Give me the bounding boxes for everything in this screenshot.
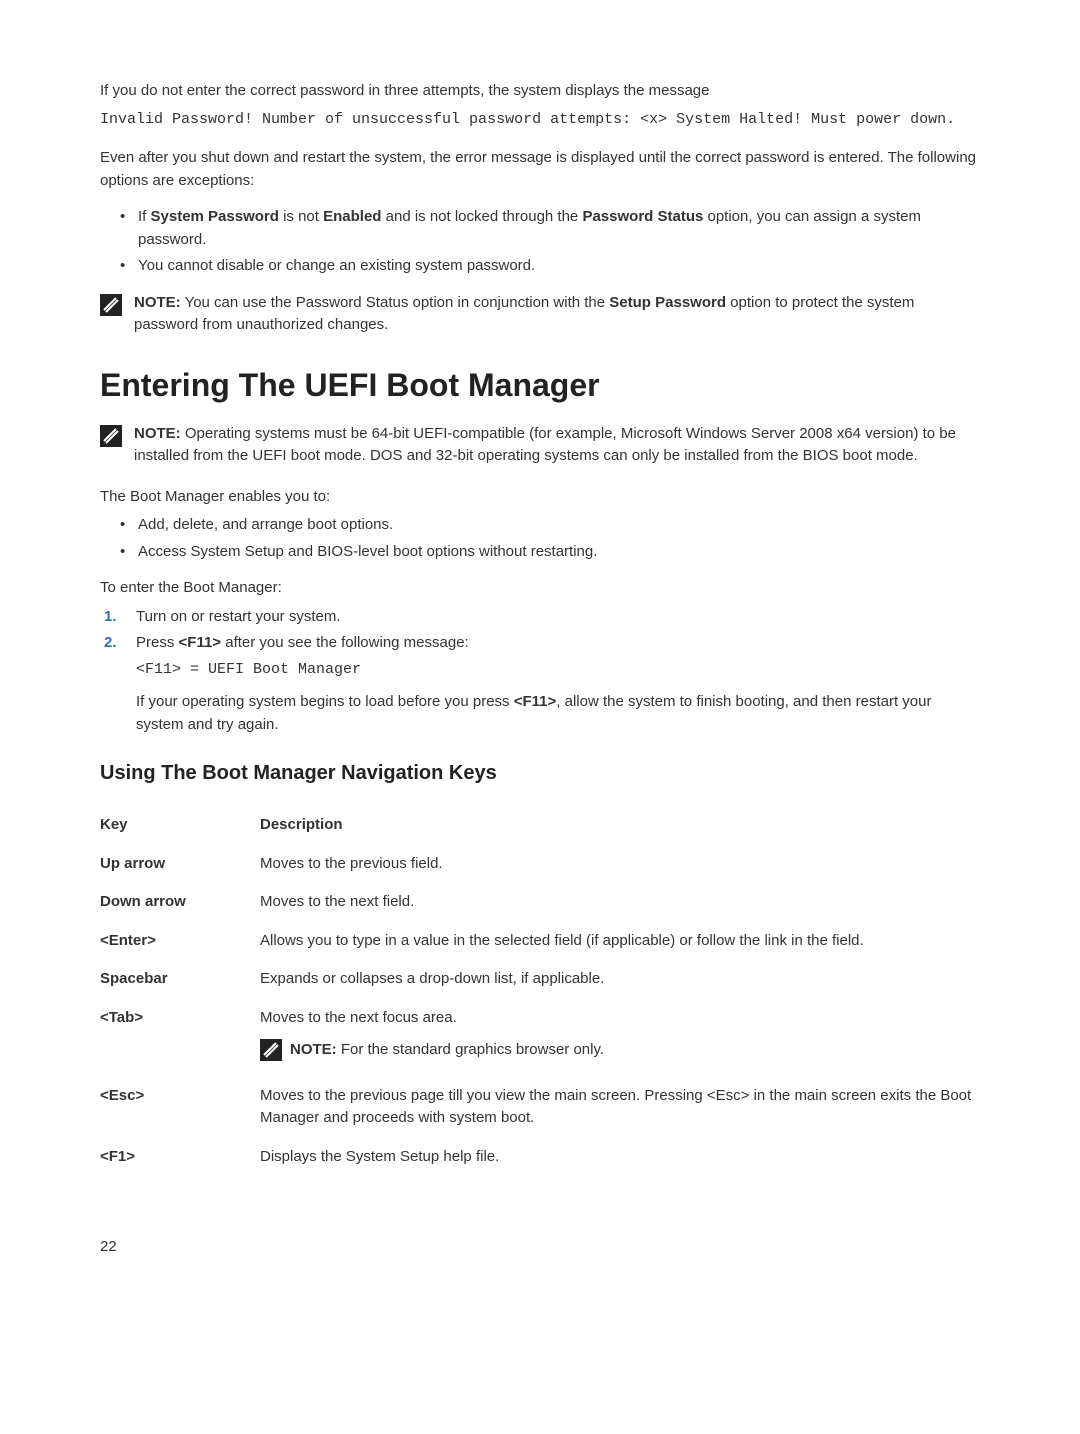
note-block: NOTE: Operating systems must be 64-bit U…	[100, 423, 980, 468]
note-text: NOTE: You can use the Password Status op…	[134, 292, 980, 337]
table-row: <Enter> Allows you to type in a value in…	[100, 922, 980, 961]
top-section: If you do not enter the correct password…	[100, 80, 980, 337]
step-code: <F11> = UEFI Boot Manager	[136, 659, 980, 682]
table-header-row: Key Description	[100, 806, 980, 845]
boot-manager-enables: The Boot Manager enables you to:	[100, 486, 980, 509]
table-row: Spacebar Expands or collapses a drop-dow…	[100, 960, 980, 999]
list-item: 2. Press <F11> after you see the followi…	[104, 632, 980, 736]
note-icon	[100, 294, 122, 316]
list-item: You cannot disable or change an existing…	[120, 255, 980, 278]
list-item: Add, delete, and arrange boot options.	[120, 514, 980, 537]
header-description: Description	[260, 806, 980, 845]
boot-options-list: Add, delete, and arrange boot options. A…	[100, 514, 980, 563]
note-icon	[260, 1039, 282, 1061]
exception-list: If System Password is not Enabled and is…	[100, 206, 980, 278]
table-row: Down arrow Moves to the next field.	[100, 883, 980, 922]
uefi-heading: Entering The UEFI Boot Manager	[100, 361, 980, 409]
list-item: Access System Setup and BIOS-level boot …	[120, 541, 980, 564]
note-block: NOTE: You can use the Password Status op…	[100, 292, 980, 337]
intro-para: If you do not enter the correct password…	[100, 80, 980, 103]
intro-para2: Even after you shut down and restart the…	[100, 147, 980, 192]
list-item: 1. Turn on or restart your system.	[104, 606, 980, 629]
error-code: Invalid Password! Number of unsuccessful…	[100, 109, 980, 132]
table-row: <Tab> Moves to the next focus area. NOTE…	[100, 999, 980, 1077]
header-key: Key	[100, 806, 260, 845]
list-item: If System Password is not Enabled and is…	[120, 206, 980, 251]
nav-keys-heading: Using The Boot Manager Navigation Keys	[100, 758, 980, 788]
nav-keys-table: Key Description Up arrow Moves to the pr…	[100, 806, 980, 1176]
step-note: If your operating system begins to load …	[136, 691, 980, 736]
enter-boot-manager: To enter the Boot Manager:	[100, 577, 980, 600]
inline-note: NOTE: For the standard graphics browser …	[260, 1039, 604, 1062]
note-text: NOTE: Operating systems must be 64-bit U…	[134, 423, 980, 468]
table-row: <F1> Displays the System Setup help file…	[100, 1138, 980, 1177]
note-icon	[100, 425, 122, 447]
steps-list: 1. Turn on or restart your system. 2. Pr…	[100, 606, 980, 737]
page-number: 22	[100, 1236, 980, 1259]
table-row: Up arrow Moves to the previous field.	[100, 845, 980, 884]
table-row: <Esc> Moves to the previous page till yo…	[100, 1077, 980, 1138]
